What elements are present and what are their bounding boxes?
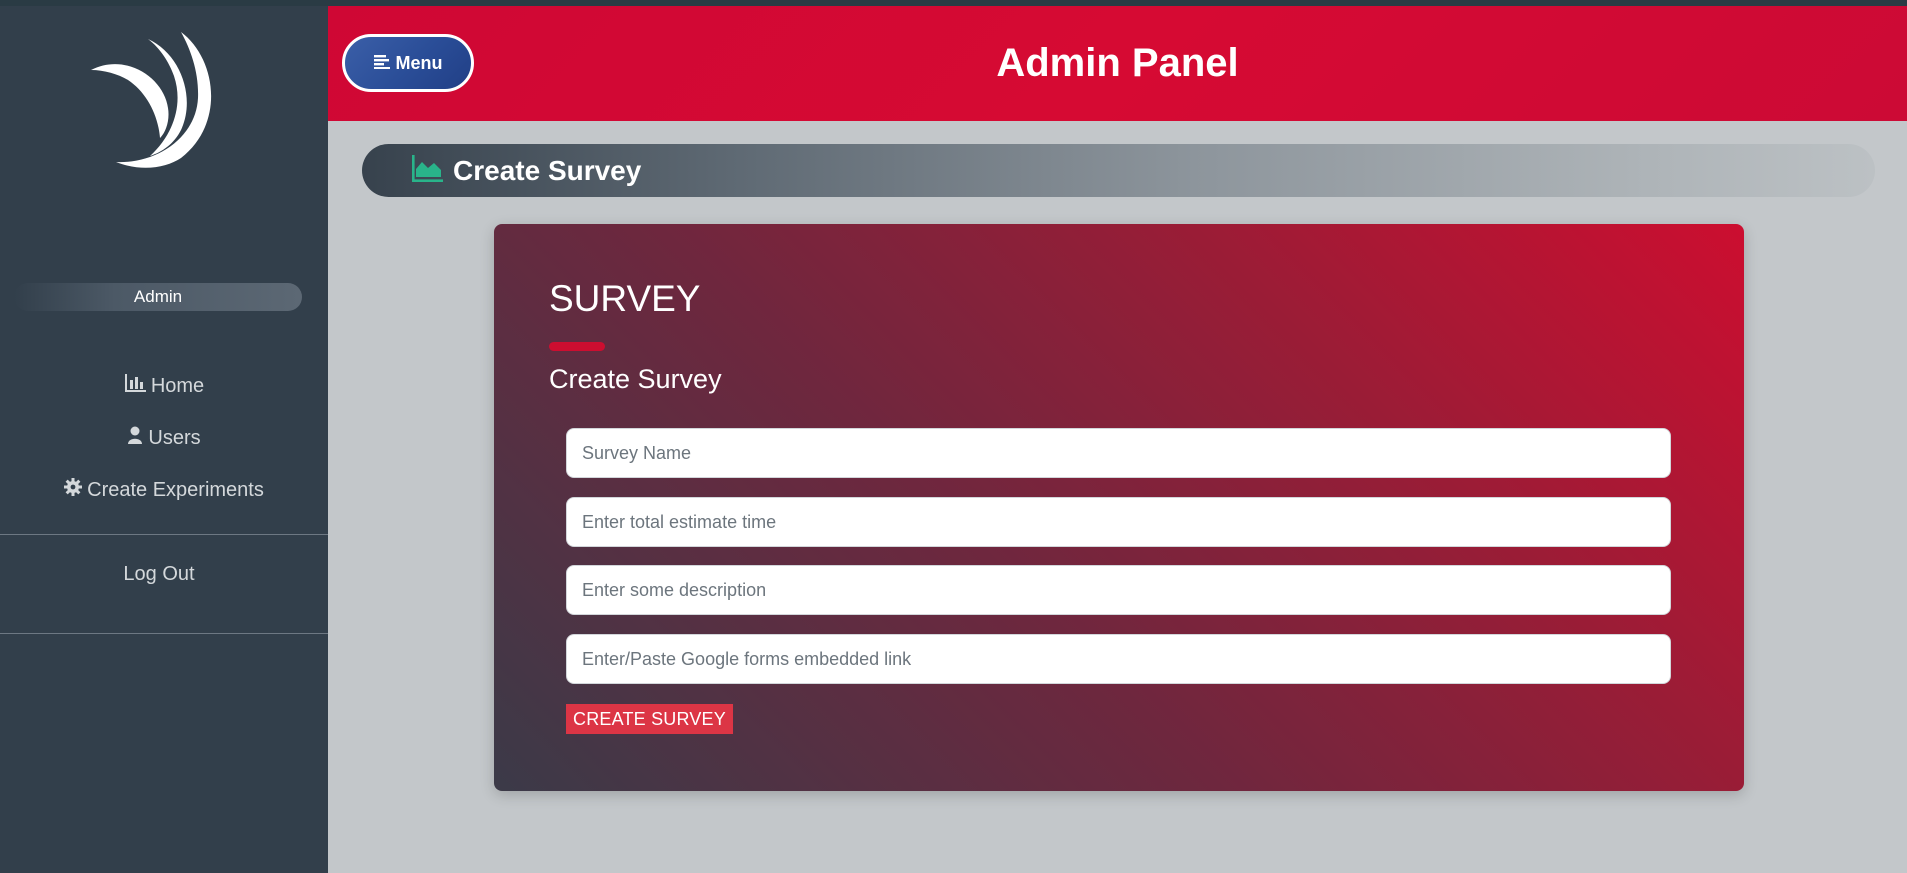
user-icon — [127, 426, 148, 450]
sidebar-nav: Home Users Create Experiments — [0, 360, 328, 516]
gear-icon — [64, 478, 87, 502]
estimate-time-input[interactable] — [566, 497, 1671, 547]
sidebar-divider — [0, 534, 328, 535]
sidebar-item-label: Home — [150, 374, 205, 397]
card-title: SURVEY — [549, 278, 701, 319]
bar-chart-icon — [124, 374, 151, 398]
google-forms-link-input[interactable] — [566, 634, 1671, 684]
sidebar-item-create-experiments[interactable]: Create Experiments — [0, 464, 328, 516]
survey-card: SURVEY Create Survey CREATE SURVEY — [494, 224, 1744, 791]
description-input[interactable] — [566, 565, 1671, 615]
title-accent-bar — [549, 342, 605, 351]
menu-label: Menu — [395, 52, 443, 73]
admin-user-badge: Admin — [14, 283, 302, 311]
survey-name-input[interactable] — [566, 428, 1671, 478]
logout-link[interactable]: Log Out — [0, 563, 318, 586]
menu-button[interactable]: Menu — [342, 34, 474, 92]
breadcrumb-title: Create Survey — [453, 154, 642, 186]
sidebar-item-label: Users — [148, 426, 201, 449]
sidebar: Admin Home Users Create Experiments Log … — [0, 0, 328, 873]
top-strip — [0, 0, 1907, 6]
sidebar-item-home[interactable]: Home — [0, 360, 328, 412]
area-chart-icon — [412, 154, 443, 187]
card-subtitle: Create Survey — [549, 364, 722, 394]
logo — [86, 28, 232, 174]
menu-lines-icon — [373, 53, 396, 74]
sidebar-item-label: Create Experiments — [87, 478, 264, 501]
create-survey-button[interactable]: CREATE SURVEY — [566, 704, 733, 734]
sidebar-divider — [0, 633, 328, 634]
header: Admin Panel Menu — [328, 6, 1907, 121]
page-title: Admin Panel — [996, 41, 1239, 85]
sidebar-item-users[interactable]: Users — [0, 412, 328, 464]
breadcrumb: Create Survey — [362, 144, 1875, 197]
